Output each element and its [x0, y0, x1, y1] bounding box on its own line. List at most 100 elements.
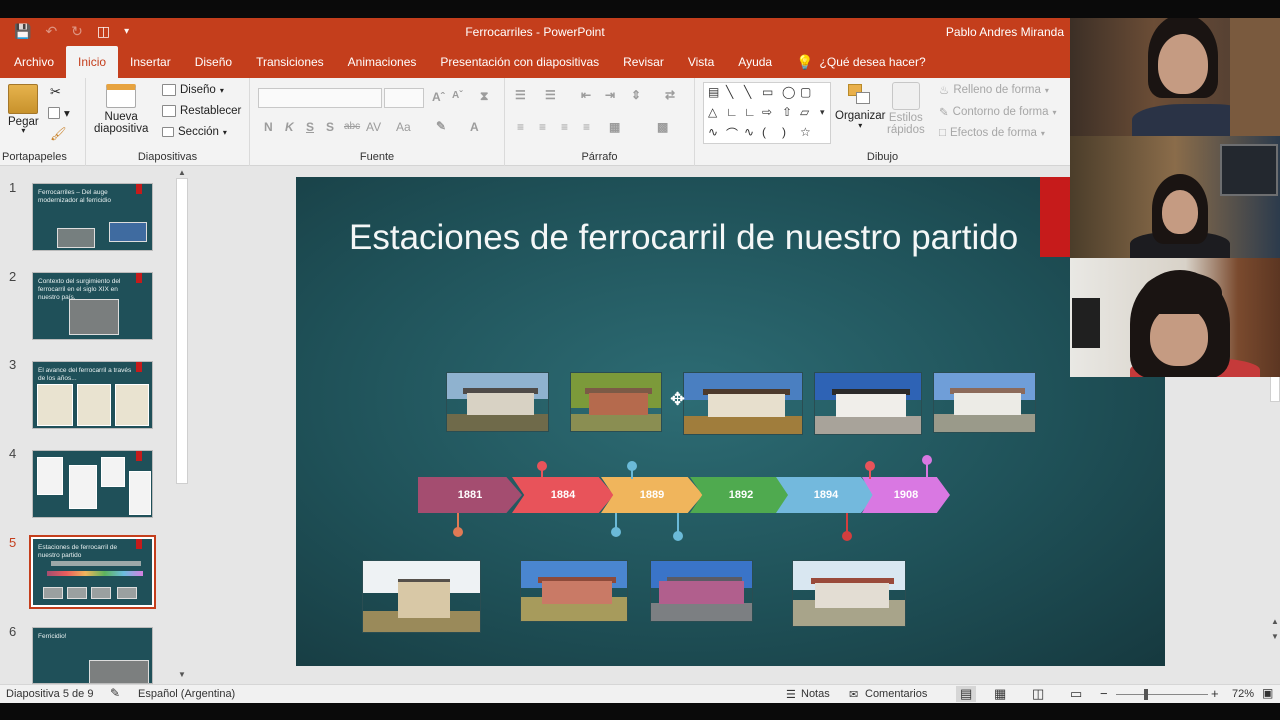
text-direction-icon[interactable]: ⇄: [665, 88, 675, 102]
station-photo[interactable]: [570, 372, 662, 432]
tab-presentacion[interactable]: Presentación con diapositivas: [428, 46, 611, 78]
tab-transiciones[interactable]: Transiciones: [244, 46, 336, 78]
star-shape-icon[interactable]: ☆: [800, 125, 811, 139]
station-photo[interactable]: [792, 560, 906, 627]
copy-icon[interactable]: ▾: [48, 106, 70, 120]
scroll-down-icon[interactable]: ▼: [178, 670, 186, 679]
justify-icon[interactable]: ≡: [583, 120, 590, 134]
reading-view-icon[interactable]: ◫: [1032, 686, 1044, 702]
brace-left-shape-icon[interactable]: (: [762, 125, 766, 139]
grow-font-icon[interactable]: Aˆ: [432, 90, 445, 104]
notes-icon[interactable]: ☰: [786, 688, 796, 701]
zoom-out-icon[interactable]: −: [1100, 686, 1108, 701]
shrink-font-icon[interactable]: Aˇ: [452, 90, 463, 101]
slide-thumbnail-2[interactable]: Contexto del surgimiento del ferrocarril…: [32, 272, 153, 340]
slide-thumbnail-6[interactable]: Ferricidio!: [32, 627, 153, 684]
block-arrow-shape-icon[interactable]: ⇧: [782, 105, 792, 119]
timeline-year[interactable]: 1894: [776, 477, 876, 513]
font-color-icon[interactable]: A: [470, 120, 479, 134]
tab-vista[interactable]: Vista: [676, 46, 726, 78]
shape-fill-button[interactable]: ♨ Relleno de forma ▾: [939, 83, 1049, 97]
font-size-field[interactable]: [384, 88, 424, 108]
wave-shape-icon[interactable]: ∿: [744, 125, 754, 139]
tab-animaciones[interactable]: Animaciones: [336, 46, 429, 78]
smartart-icon[interactable]: ▩: [657, 120, 668, 134]
station-photo[interactable]: [683, 372, 803, 435]
zoom-slider-thumb[interactable]: [1144, 689, 1148, 700]
station-photo[interactable]: [446, 372, 549, 432]
font-name-field[interactable]: [258, 88, 382, 108]
shape-effects-button[interactable]: □ Efectos de forma ▾: [939, 127, 1045, 139]
arrange-button[interactable]: Organizar ▾: [835, 82, 886, 130]
shadow-button[interactable]: S: [326, 120, 334, 134]
reset-button[interactable]: Restablecer: [162, 105, 241, 117]
shapes-gallery[interactable]: ▤ ╲ ╲ ▭ ◯ ▢ △ ∟ ∟ ⇨ ⇧ ▱ ∿ ⌒ ∿ ( ) ☆ ▾: [703, 82, 831, 144]
connector-shape-icon[interactable]: ∟: [726, 105, 738, 119]
rounded-rect-shape-icon[interactable]: ▢: [800, 85, 811, 99]
char-spacing-button[interactable]: AV: [366, 120, 381, 134]
quick-styles-button[interactable]: Estilos rápidos: [887, 82, 925, 136]
slide-thumbnail-1[interactable]: Ferrocarriles – Del auge modernizador al…: [32, 183, 153, 251]
bold-button[interactable]: N: [264, 120, 273, 134]
brace-right-shape-icon[interactable]: ): [782, 125, 786, 139]
line-shape-icon[interactable]: ╲: [726, 85, 733, 99]
timeline-year[interactable]: 1884: [512, 477, 614, 513]
gallery-more-icon[interactable]: ▾: [820, 107, 825, 118]
align-left-icon[interactable]: ≡: [517, 120, 524, 134]
zoom-slider[interactable]: [1116, 694, 1208, 695]
tab-revisar[interactable]: Revisar: [611, 46, 676, 78]
decrease-indent-icon[interactable]: ⇤: [581, 88, 591, 102]
station-photo[interactable]: [520, 560, 628, 622]
station-photo[interactable]: [650, 560, 753, 622]
scroll-up-icon[interactable]: ▲: [1271, 617, 1279, 626]
curve-shape-icon[interactable]: ∿: [708, 125, 718, 139]
format-painter-icon[interactable]: 🖌: [50, 126, 67, 142]
timeline-year[interactable]: 1892: [690, 477, 792, 513]
user-name[interactable]: Pablo Andres Miranda: [946, 25, 1064, 39]
shape-outline-button[interactable]: ✎ Contorno de forma ▾: [939, 105, 1057, 119]
new-slide-button[interactable]: Nueva diapositiva: [94, 84, 148, 135]
align-right-icon[interactable]: ≡: [561, 120, 568, 134]
comments-icon[interactable]: ✉: [849, 688, 858, 701]
normal-view-icon[interactable]: ▤: [956, 686, 977, 702]
align-center-icon[interactable]: ≡: [539, 120, 546, 134]
slideshow-icon[interactable]: ▭: [1070, 686, 1082, 702]
bullets-icon[interactable]: ☰: [515, 88, 526, 102]
arc-shape-icon[interactable]: ⌒: [726, 125, 738, 142]
slide-thumbnail-5[interactable]: Estaciones de ferrocarril de nuestro par…: [29, 535, 156, 609]
tell-me-box[interactable]: 💡 ¿Qué desea hacer?: [784, 46, 938, 78]
rectangle-shape-icon[interactable]: ▭: [762, 85, 773, 99]
slide-thumbnail-4[interactable]: [32, 450, 153, 518]
textbox-shape-icon[interactable]: ▤: [708, 85, 719, 99]
line-spacing-icon[interactable]: ⇕: [631, 88, 641, 102]
zoom-in-icon[interactable]: +: [1211, 686, 1219, 701]
notes-button[interactable]: Notas: [801, 688, 830, 700]
change-case-button[interactable]: Aa: [396, 120, 411, 134]
section-button[interactable]: Sección ▾: [162, 126, 227, 138]
current-slide[interactable]: Estaciones de ferrocarril de nuestro par…: [296, 177, 1165, 666]
highlight-icon[interactable]: ✎: [436, 119, 446, 133]
increase-indent-icon[interactable]: ⇥: [605, 88, 615, 102]
scroll-down-icon[interactable]: ▼: [1271, 632, 1279, 641]
comments-button[interactable]: Comentarios: [865, 688, 927, 700]
elbow-shape-icon[interactable]: ∟: [744, 105, 756, 119]
slide-sorter-icon[interactable]: ▦: [994, 686, 1006, 702]
slide-thumbnail-3[interactable]: El avance del ferrocarril a través de lo…: [32, 361, 153, 429]
tab-insertar[interactable]: Insertar: [118, 46, 183, 78]
scrollbar-thumb[interactable]: [176, 178, 188, 484]
timeline-year[interactable]: 1881: [418, 477, 522, 513]
station-photo[interactable]: [362, 560, 481, 633]
italic-button[interactable]: K: [285, 120, 294, 134]
spellcheck-icon[interactable]: ✎: [110, 686, 120, 700]
station-photo[interactable]: [933, 372, 1036, 433]
tab-archivo[interactable]: Archivo: [2, 46, 66, 78]
numbering-icon[interactable]: ☰: [545, 88, 556, 102]
timeline-year[interactable]: 1908: [862, 477, 950, 513]
tab-diseno[interactable]: Diseño: [183, 46, 244, 78]
thumbnails-scrollbar[interactable]: ▲ ▼: [176, 166, 188, 684]
scroll-up-icon[interactable]: ▲: [178, 168, 186, 177]
tab-ayuda[interactable]: Ayuda: [726, 46, 784, 78]
tab-inicio[interactable]: Inicio: [66, 46, 119, 78]
line2-shape-icon[interactable]: ╲: [744, 85, 751, 99]
fit-slide-icon[interactable]: ▣: [1262, 686, 1273, 700]
